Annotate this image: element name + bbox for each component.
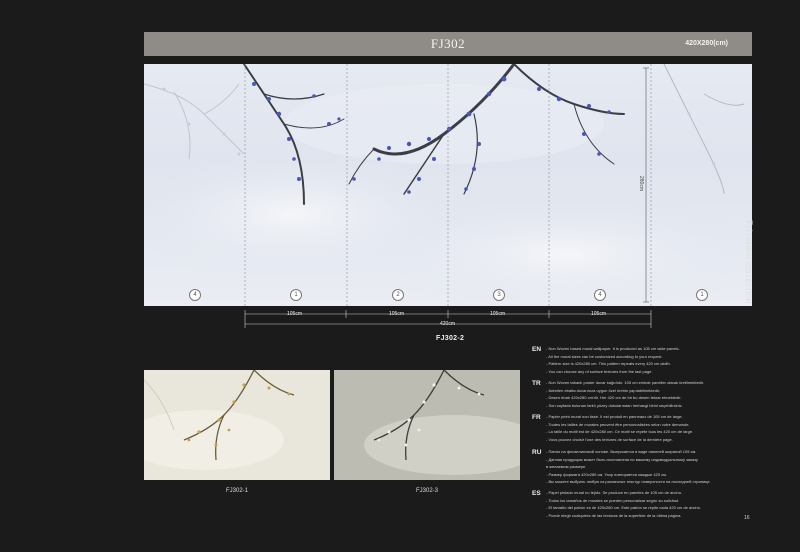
product-title: FJ302 <box>430 36 466 51</box>
variant-image <box>144 370 330 480</box>
description-line: - Son sayfada bulunan farklı yüzey dokul… <box>546 402 683 408</box>
panel-number: 4 <box>189 289 201 301</box>
description-line: - La taille du motif est de 420x280 cm. … <box>546 429 694 434</box>
description-line: - Non Woven tabanlı poster duvar kağıdıd… <box>546 380 705 385</box>
language-description: - Non Woven based mural wallpaper. It is… <box>546 345 756 375</box>
language-code: FR <box>532 414 541 421</box>
mural-code-label: FJ302-2 <box>436 335 465 342</box>
panel-number: 1 <box>290 289 302 301</box>
language-code: ES <box>532 490 541 497</box>
description-line: - Vous pouvez choisir l'une des textures… <box>546 436 673 442</box>
collection-name: MURAL COLLECTION <box>744 237 751 304</box>
page-number: 16 <box>744 515 750 521</box>
description-line: - Papel pintado mural no tejido. Se prod… <box>546 490 683 495</box>
product-size: 420X280(cm) <box>685 40 728 47</box>
description-line: - Non Woven based mural wallpaper. It is… <box>546 346 680 351</box>
language-description: - Панно на флизелиновой основе. Выпускае… <box>546 448 756 486</box>
panel-width-label: 105cm <box>287 311 303 317</box>
description-line: - All the mural sizes can be customized … <box>546 353 663 359</box>
description-line: - You can choose any of surface textures… <box>546 368 653 374</box>
description-line: - El tamaño del patrón es de 420x280 cm.… <box>546 505 701 510</box>
language-code: EN <box>532 346 542 353</box>
title-bar: FJ302 420X280(cm) <box>144 32 752 56</box>
mural-preview: 280cm <box>144 64 752 306</box>
variant-thumbnail <box>144 370 330 480</box>
brand-name: Fyi <box>744 220 754 233</box>
panel-width-label: 105cm <box>490 311 506 317</box>
dimension-lines <box>244 310 652 328</box>
language-description: - Papel pintado mural no tejido. Se prod… <box>546 489 756 519</box>
panel-number: 1 <box>696 289 708 301</box>
panel-width-label: 105cm <box>591 311 607 317</box>
panel-number: 2 <box>392 289 404 301</box>
description-line: - Toutes les tailles de murales peuvent … <box>546 421 690 427</box>
variant-image <box>334 370 520 480</box>
total-width-label: 420cm <box>440 321 456 327</box>
side-brand: Fyi | MURAL COLLECTION <box>744 220 754 303</box>
description-line: - Вы можете выбрать любую из различных т… <box>546 479 711 484</box>
description-line: - Данная продукция может быть изготовлен… <box>546 456 698 462</box>
variant-code-label: FJ302-1 <box>226 488 249 494</box>
description-line: - Todos los tamaños de murales se pueden… <box>546 497 680 503</box>
description-line: - İstenilen ebatta duvarınıza uygun özel… <box>546 387 661 393</box>
language-description: - Papier peint mural non tissé. Il est p… <box>546 413 756 443</box>
language-code: TR <box>532 380 541 387</box>
variant-thumbnail <box>334 370 520 480</box>
mural-height-label: 280cm <box>638 176 644 191</box>
language-code: RU <box>532 449 542 456</box>
description-line: в желаемом размере. <box>546 464 587 469</box>
description-line: - Papier peint mural non tissé. Il est p… <box>546 414 683 419</box>
panel-number: 3 <box>493 289 505 301</box>
panel-width-label: 105cm <box>389 311 405 317</box>
description-line: - Desen ebatı 420x280 cm'dir. Her 420 cm… <box>546 395 682 400</box>
language-description: - Non Woven tabanlı poster duvar kağıdıd… <box>546 379 756 409</box>
description-line: - Размер формата 420x280 см. Узор повтор… <box>546 471 668 477</box>
description-line: - Панно на флизелиновой основе. Выпускае… <box>546 449 697 454</box>
description-line: - Puede elegir cualquiera de las textura… <box>546 512 682 518</box>
description-line: - Pattern size is 420x280 cm. This patte… <box>546 361 671 366</box>
panel-number: 4 <box>594 289 606 301</box>
mural-image: 280cm <box>144 64 752 306</box>
variant-code-label: FJ302-3 <box>416 488 439 494</box>
